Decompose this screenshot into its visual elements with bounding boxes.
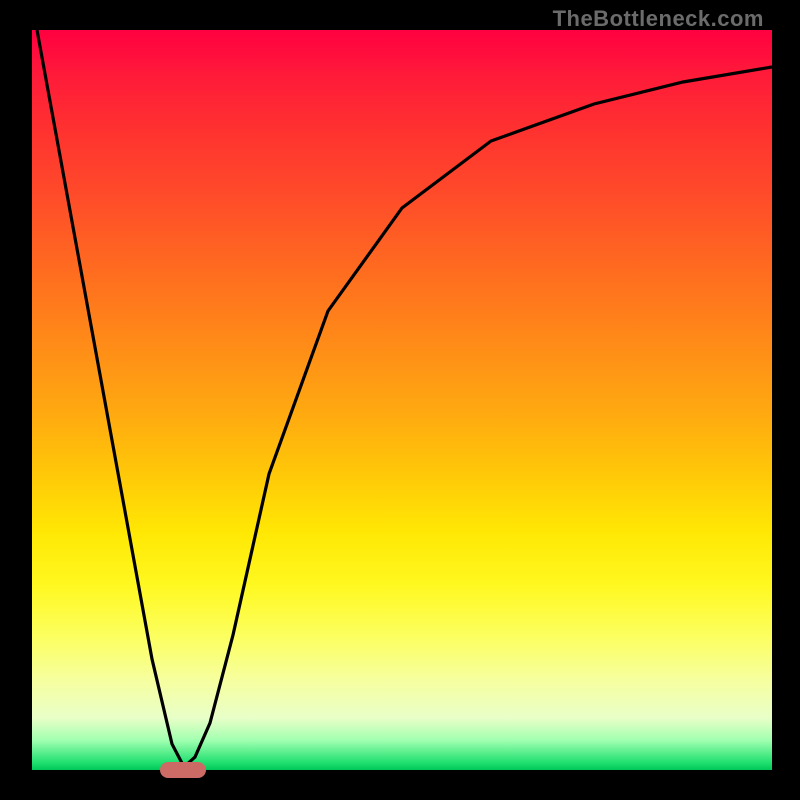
bottleneck-curve-path: [37, 30, 772, 767]
optimal-zone-marker: [160, 762, 206, 778]
line-series: [32, 30, 772, 770]
watermark-text: TheBottleneck.com: [553, 6, 764, 32]
plot-area: [32, 30, 772, 770]
chart-frame: TheBottleneck.com: [0, 0, 800, 800]
